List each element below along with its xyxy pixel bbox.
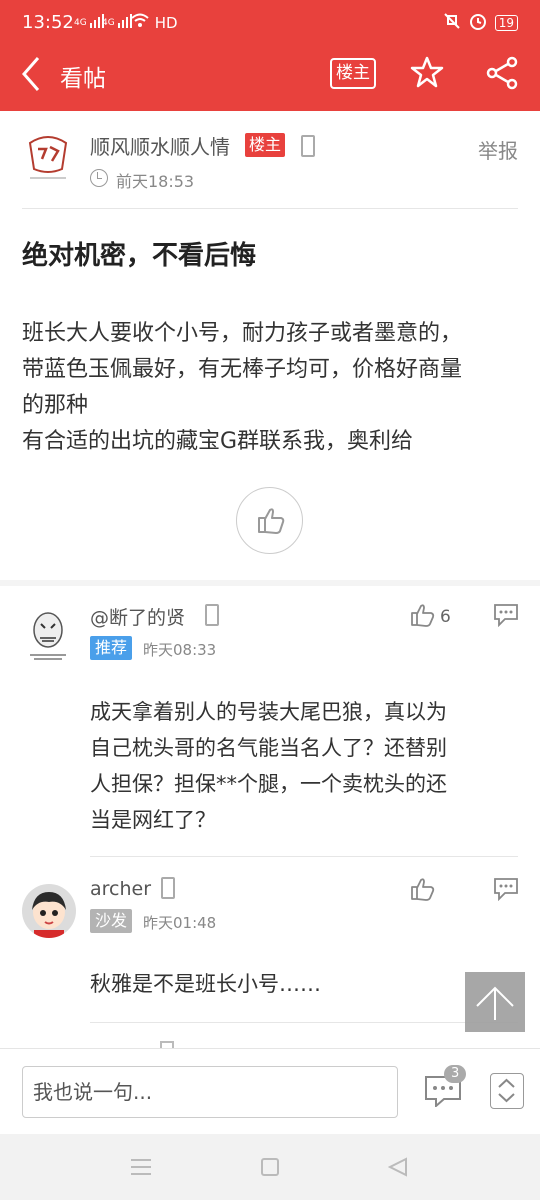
post-title: 绝对机密，不看后悔 [22, 241, 257, 271]
post-time: 前天18:53 [116, 172, 195, 191]
status-bar: 13:52 4G 4G HD 19 [0, 0, 540, 46]
post-body: 班长大人要收个小号，耐力孩子或者墨意的， 带蓝色玉佩最好，有无棒子均可，价格好商… [22, 321, 463, 454]
thumbs-up-icon [258, 508, 285, 534]
section-gap [0, 580, 540, 586]
sofa-badge: 沙发 [90, 909, 133, 933]
reply-bar: 我也说一句... 3 [0, 1048, 540, 1134]
thumbs-up-icon[interactable] [410, 876, 436, 906]
nav-bar: 看帖 楼主 [0, 46, 540, 111]
like-count-1: 6 [440, 607, 451, 627]
commenter-name-1[interactable]: @断了的贤 [90, 603, 185, 630]
op-badge: 楼主 [245, 133, 286, 157]
comment-count-badge: 3 [444, 1065, 467, 1083]
author-avatar[interactable] [22, 129, 74, 185]
mute-icon [443, 12, 461, 34]
like-button[interactable] [236, 487, 303, 554]
reply-input[interactable]: 我也说一句... [22, 1066, 398, 1118]
phone-icon [160, 1041, 174, 1048]
signal-label-1: 4G [74, 18, 87, 28]
header-bar: 13:52 4G 4G HD 19 看帖 楼主 [0, 0, 540, 111]
commenter-avatar-2[interactable] [22, 884, 76, 938]
back-nav-icon[interactable] [387, 1157, 408, 1181]
comment-time-1: 昨天08:33 [143, 641, 217, 659]
reply-icon[interactable] [493, 877, 519, 905]
comment-text-2: 秋雅是不是班长小号…… [90, 972, 321, 996]
reply-icon[interactable] [493, 603, 519, 631]
next-comment-peek [90, 1038, 190, 1048]
commenter-name-2[interactable]: archer [90, 878, 151, 900]
phone-icon [301, 135, 315, 157]
battery-icon: 19 [494, 15, 518, 31]
author-name[interactable]: 顺风顺水顺人情 [90, 131, 230, 160]
back-icon[interactable] [18, 54, 44, 94]
home-icon[interactable] [261, 1158, 279, 1180]
status-right: 19 [443, 12, 518, 34]
status-time: 13:52 [22, 12, 74, 33]
system-nav-bar [0, 1134, 540, 1200]
share-icon[interactable] [485, 56, 519, 94]
arrow-up-icon [476, 986, 514, 1020]
signal-icon-2: 4G [102, 14, 132, 28]
page-jump-icon[interactable] [490, 1073, 524, 1109]
wifi-icon: HD [130, 12, 178, 32]
comment-time-2: 昨天01:48 [143, 914, 217, 932]
scroll-to-top-button[interactable] [465, 972, 525, 1032]
alarm-icon [469, 12, 487, 34]
hd-label: HD [154, 14, 178, 32]
thumbs-up-icon[interactable] [410, 602, 436, 632]
divider [90, 856, 518, 857]
signal-label-2: 4G [102, 18, 115, 28]
signal-icon-1: 4G [74, 14, 104, 28]
divider [90, 1022, 518, 1023]
clock-icon [90, 169, 108, 187]
phone-icon [205, 604, 219, 626]
phone-icon [161, 877, 175, 899]
commenter-avatar-1[interactable] [22, 606, 74, 662]
divider [22, 208, 518, 209]
recommend-badge: 推荐 [90, 636, 133, 660]
star-icon[interactable] [410, 55, 444, 93]
menu-icon[interactable] [131, 1158, 151, 1180]
report-button[interactable]: 举报 [478, 135, 518, 164]
comment-text-1: 成天拿着别人的号装大尾巴狼，真以为 自己枕头哥的名气能当名人了？还替别 人担保？… [90, 700, 447, 832]
page-title: 看帖 [60, 66, 106, 92]
only-op-button[interactable]: 楼主 [330, 58, 376, 89]
